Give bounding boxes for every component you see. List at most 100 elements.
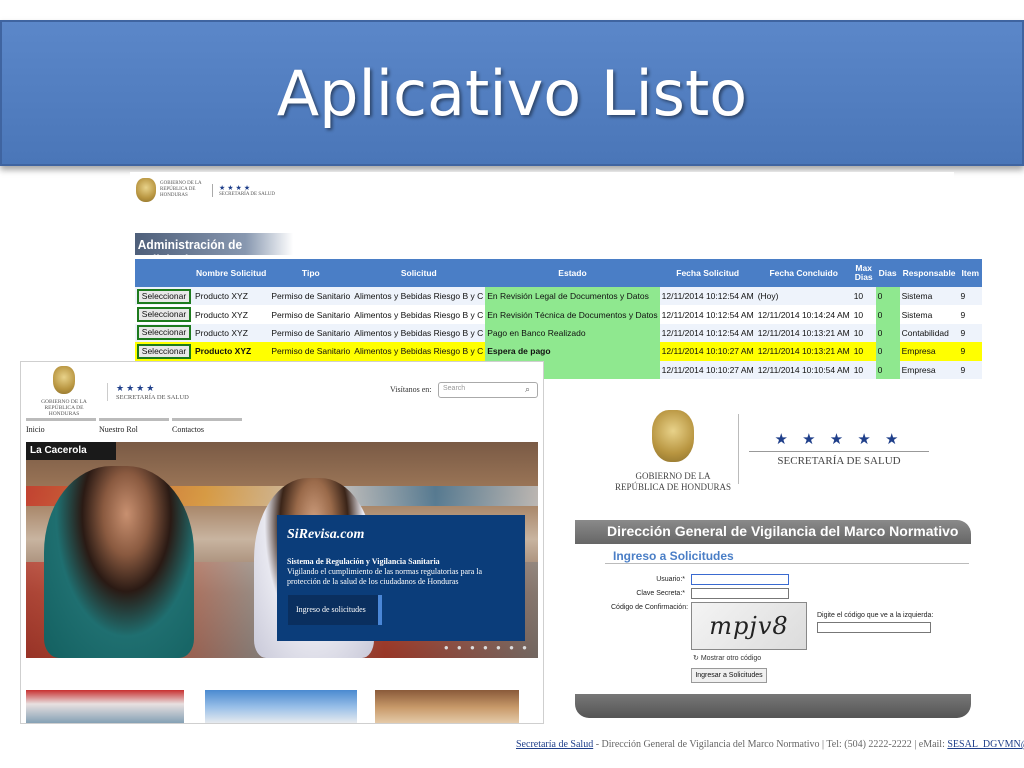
cell-tipo: Permiso de Sanitario: [269, 305, 353, 324]
nav-nuestro-rol[interactable]: Nuestro Rol: [99, 418, 169, 434]
cell-fecha-solicitud: 12/11/2014 10:12:54 AM: [659, 305, 756, 324]
cell-fecha-concluido: 12/11/2014 10:13:21 AM: [755, 342, 852, 361]
password-label: Clave Secreta:*: [636, 590, 685, 597]
cell-fecha-solicitud: 12/11/2014 10:10:27 AM: [659, 342, 756, 361]
cell-responsable: Empresa: [899, 342, 959, 361]
cell-responsable: Sistema: [899, 287, 959, 306]
footer-email[interactable]: SESAL_DGVMN@sirevisa.n: [947, 739, 1024, 750]
cell-responsable: Sistema: [899, 305, 959, 324]
cell-estado: Espera de pago: [485, 342, 660, 361]
site-logo: GOBIERNO DE LA REPÚBLICA DE HONDURAS ★★★…: [29, 366, 189, 417]
login-logo-right: ★ ★ ★ ★ ★ SECRETARÍA DE SALUD: [749, 430, 929, 467]
table-row: Seleccionar Producto XYZ Permiso de Sani…: [135, 305, 983, 324]
login-subtitle: Ingreso a Solicitudes: [613, 549, 734, 563]
coat-of-arms-icon: [136, 178, 156, 202]
cell-tipo: Permiso de Sanitario: [269, 287, 353, 306]
select-cell: Seleccionar: [135, 287, 193, 306]
cell-tipo: Permiso de Sanitario: [269, 342, 353, 361]
refresh-icon[interactable]: ↻: [693, 655, 699, 662]
col-max-dias[interactable]: Max Dias: [851, 259, 876, 287]
cell-fecha-concluido: 12/11/2014 10:10:54 AM: [755, 360, 852, 379]
col-dias[interactable]: Dias: [875, 259, 900, 287]
carousel-dots[interactable]: ● ● ● ● ● ● ●: [444, 643, 530, 652]
title-banner: Aplicativo Listo: [0, 20, 1024, 166]
stars-icon: ★★★★: [219, 184, 253, 192]
col-responsable[interactable]: Responsable: [899, 259, 959, 287]
hero-brand: SiRevisa.com: [287, 527, 365, 542]
cell-max-dias: 10: [851, 323, 876, 343]
ministry-text: SECRETARÍA DE SALUD: [777, 455, 901, 467]
cell-dias: 0: [875, 323, 900, 343]
col-item[interactable]: Item: [958, 259, 983, 287]
search-input[interactable]: Search: [438, 382, 538, 398]
cell-max-dias: 10: [851, 360, 876, 379]
col-tipo[interactable]: Tipo: [269, 259, 353, 287]
cell-item: 9: [958, 342, 983, 361]
cell-max-dias: 10: [851, 342, 876, 361]
table-row: Seleccionar Producto XYZ Permiso de Sani…: [135, 287, 983, 306]
logo-divider: [738, 414, 739, 484]
select-button[interactable]: Seleccionar: [137, 343, 191, 359]
login-header-bar: Dirección General de Vigilancia del Marc…: [575, 520, 971, 544]
restaurant-sign: La Cacerola: [26, 442, 116, 460]
stars-icon: ★ ★ ★ ★ ★: [774, 431, 904, 448]
cell-solicitud: Alimentos y Bebidas Riesgo B y C: [352, 287, 486, 306]
thumbnail-image[interactable]: [375, 690, 519, 723]
cell-item: 9: [958, 305, 983, 324]
col-solicitud[interactable]: Solicitud: [352, 259, 486, 287]
table-row: Seleccionar Producto XYZ Permiso de Sani…: [135, 323, 983, 343]
hero-description: Vigilando el cumplimiento de las normas …: [287, 567, 483, 586]
footer: Secretaría de Salud - Dirección General …: [516, 739, 1024, 750]
gov-text: GOBIERNO DE LA REPÚBLICA DE HONDURAS: [614, 471, 731, 492]
captcha-input[interactable]: [817, 622, 931, 633]
ingreso-solicitudes-button[interactable]: Ingreso de solicitudes: [288, 595, 382, 625]
col-select: [135, 259, 193, 287]
cell-item: 9: [958, 287, 983, 306]
cell-fecha-solicitud: 12/11/2014 10:10:27 AM: [659, 360, 756, 379]
thumbnail-image[interactable]: [26, 690, 184, 723]
coat-of-arms-icon: [53, 366, 75, 394]
ministry-text: SECRETARÍA DE SALUD: [219, 191, 275, 197]
cell-solicitud: Alimentos y Bebidas Riesgo B y C: [352, 342, 486, 361]
table-header-row: Nombre Solicitud Tipo Solicitud Estado F…: [135, 259, 983, 287]
col-estado[interactable]: Estado: [485, 259, 660, 287]
select-button[interactable]: Seleccionar: [137, 288, 191, 304]
cell-item: 9: [958, 323, 983, 343]
login-footer-bar: [575, 694, 971, 718]
cell-dias: 0: [875, 305, 900, 324]
cell-estado: Pago en Banco Realizado: [485, 323, 660, 343]
cell-solicitud: Alimentos y Bebidas Riesgo B y C: [352, 323, 486, 343]
nav-inicio[interactable]: Inicio: [26, 418, 96, 434]
submit-button[interactable]: Ingresar a Solicitudes: [691, 668, 767, 683]
search-icon[interactable]: ⌕: [525, 384, 530, 395]
cell-fecha-solicitud: 12/11/2014 10:12:54 AM: [659, 323, 756, 343]
select-button[interactable]: Seleccionar: [137, 307, 191, 323]
cell-estado: En Revisión Técnica de Documentos y Dato…: [485, 305, 660, 324]
col-nombre[interactable]: Nombre Solicitud: [193, 259, 270, 287]
admin-screenshot: GOBIERNO DE LA REPÚBLICA DE HONDURAS ★★★…: [130, 172, 983, 380]
footer-link[interactable]: Secretaría de Salud: [516, 739, 593, 750]
hero-banner: La Cacerola SiRevisa.com Sistema de Regu…: [26, 442, 538, 658]
nav-contactos[interactable]: Contactos: [172, 418, 242, 434]
cell-nombre: Producto XYZ: [193, 287, 270, 306]
slide: Aplicativo Listo GOBIERNO DE LA REPÚBLIC…: [0, 0, 1024, 768]
user-label: Usuario:*: [656, 576, 685, 583]
select-button[interactable]: Seleccionar: [137, 325, 191, 341]
hero-person-left: [44, 466, 194, 658]
cell-dias: 0: [875, 342, 900, 361]
col-fecha-solicitud[interactable]: Fecha Solicitud: [659, 259, 756, 287]
cell-dias: 0: [875, 360, 900, 379]
admin-logo: GOBIERNO DE LA REPÚBLICA DE HONDURAS ★★★…: [136, 178, 275, 202]
refresh-label[interactable]: Mostrar otro código: [701, 655, 761, 662]
cell-fecha-concluido: 12/11/2014 10:14:24 AM: [755, 305, 852, 324]
thumbnail-image[interactable]: [205, 690, 357, 723]
login-logo-left: GOBIERNO DE LA REPÚBLICA DE HONDURAS: [613, 410, 733, 493]
password-input[interactable]: [691, 588, 789, 599]
table-row-highlighted: Seleccionar Producto XYZ Permiso de Sani…: [135, 342, 983, 361]
captcha-label: Código de Confirmación:: [611, 604, 689, 611]
logo-rule: [749, 451, 929, 452]
cell-fecha-solicitud: 12/11/2014 10:12:54 AM: [659, 287, 756, 306]
refresh-captcha-link[interactable]: ↻ Mostrar otro código: [693, 654, 761, 662]
col-fecha-concluido[interactable]: Fecha Concluido: [755, 259, 852, 287]
user-input[interactable]: [691, 574, 789, 585]
